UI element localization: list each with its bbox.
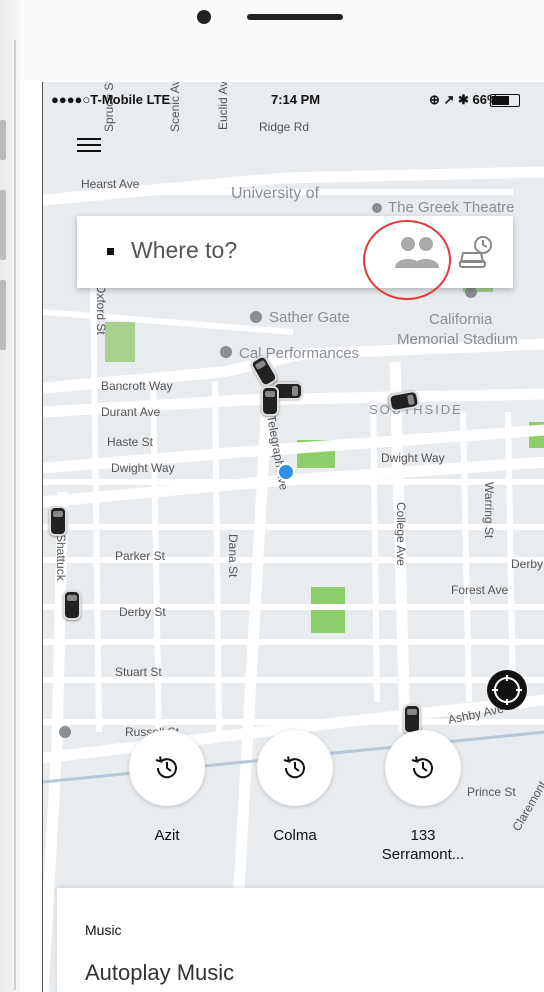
phone-screen: Spruce St Scenic Ave Euclid Ave Ridge Rd…: [42, 82, 544, 992]
shortcut-serramonte-button[interactable]: [385, 730, 461, 806]
shortcut-colma-button[interactable]: [257, 730, 333, 806]
map-label: Warring St: [482, 482, 496, 539]
destination-square-icon: [107, 248, 114, 255]
shortcut-label: Colma: [273, 827, 317, 844]
map-label: University of: [231, 185, 320, 202]
menu-icon[interactable]: [77, 134, 101, 154]
map-label: Parker St: [115, 549, 166, 563]
bottom-sheet: Music Autoplay Music: [57, 888, 544, 992]
map-label: Oxford St: [94, 284, 108, 335]
phone-top-bezel: [0, 0, 544, 80]
poi-icon: [220, 346, 232, 358]
map-label: Shattuck: [54, 534, 68, 582]
phone-edge: [14, 40, 16, 990]
crosshair-icon: [492, 675, 522, 705]
shortcut-label: 133 Serramont...: [381, 827, 465, 863]
map-label: Forest Ave: [451, 583, 508, 597]
section-header: Music: [85, 922, 122, 938]
highlight-circle: [363, 220, 451, 300]
map-label: Dwight Way: [111, 461, 175, 475]
autoplay-music-item[interactable]: Autoplay Music: [85, 960, 234, 986]
battery-icon: [490, 94, 520, 107]
front-camera: [197, 10, 211, 24]
map-label: Durant Ave: [101, 405, 160, 419]
status-time: 7:14 PM: [271, 92, 321, 107]
map-label: California: [429, 311, 493, 328]
map-label: Sather Gate: [269, 309, 350, 326]
map-label: The Greek Theatre: [388, 199, 514, 216]
map-label: Derby St: [119, 605, 166, 619]
battery-fill: [492, 96, 509, 105]
shortcut-label: Azit: [154, 827, 180, 844]
map-label: Haste St: [107, 435, 154, 449]
carrier-label: ●●●●○T-Mobile LTE: [51, 92, 171, 107]
shortcut-azit-button[interactable]: [129, 730, 205, 806]
where-to-placeholder: Where to?: [131, 237, 238, 263]
map-label: College Ave: [394, 502, 408, 566]
current-location-dot: [277, 463, 295, 481]
history-icon: [283, 756, 305, 779]
map-label: Dana St: [226, 534, 240, 578]
map-label: Stuart St: [115, 665, 162, 679]
park: [105, 322, 135, 362]
car-icon: [261, 386, 279, 416]
history-icon: [411, 756, 433, 779]
schedule-ride-icon[interactable]: [455, 232, 495, 272]
map-label: Dwight Way: [381, 451, 445, 465]
volume-up-button: [0, 190, 6, 260]
poi-icon: [59, 726, 71, 738]
locate-me-button[interactable]: [487, 670, 527, 710]
poi-icon: [372, 203, 382, 213]
map-label: Memorial Stadium: [397, 331, 518, 348]
map-label: Derby: [511, 557, 543, 571]
car-icon: [49, 506, 67, 536]
status-icons: ⊕ ↗ ✱ 66%: [429, 92, 499, 107]
earpiece-speaker: [247, 14, 343, 20]
poi-icon: [250, 311, 262, 323]
volume-down-button: [0, 280, 6, 350]
map-label: Hearst Ave: [81, 177, 140, 191]
map-label: Prince St: [467, 785, 516, 799]
map-label: Ridge Rd: [259, 120, 309, 134]
map-label: Bancroft Way: [101, 379, 173, 393]
status-bar: ●●●●○T-Mobile LTE 7:14 PM ⊕ ↗ ✱ 66%: [43, 82, 544, 118]
car-icon: [63, 590, 81, 620]
mute-switch: [0, 120, 6, 160]
history-icon: [155, 756, 177, 779]
